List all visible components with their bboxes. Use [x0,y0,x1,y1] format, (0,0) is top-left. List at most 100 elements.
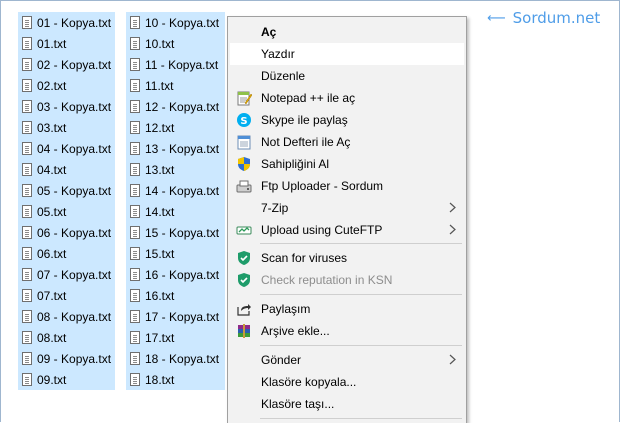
file-item[interactable]: 05 - Kopya.txt [18,180,115,201]
file-item[interactable]: 12 - Kopya.txt [126,96,225,117]
file-item[interactable]: 14 - Kopya.txt [126,180,225,201]
file-item[interactable]: 17.txt [126,327,225,348]
file-name: 08 - Kopya.txt [37,309,112,324]
text-file-icon [130,16,140,29]
file-item[interactable]: 03.txt [18,117,115,138]
file-name: 03.txt [37,120,67,135]
text-file-icon [22,100,32,113]
file-item[interactable]: 09.txt [18,369,115,390]
file-item[interactable]: 11 - Kopya.txt [126,54,225,75]
file-name: 17 - Kopya.txt [145,309,220,324]
menu-item-notepad[interactable]: Not Defteri ile Aç [230,131,464,153]
file-name: 01.txt [37,36,67,51]
file-item[interactable]: 06 - Kopya.txt [18,222,115,243]
file-item[interactable]: 02.txt [18,75,115,96]
text-file-icon [130,121,140,134]
menu-item-send-to[interactable]: Gönder [230,349,464,371]
file-item[interactable]: 03 - Kopya.txt [18,96,115,117]
file-item[interactable]: 15.txt [126,243,225,264]
menu-item-label: Arşive ekle... [261,324,330,338]
text-file-icon [22,373,32,386]
file-item[interactable]: 13 - Kopya.txt [126,138,225,159]
chevron-right-icon [449,202,456,213]
context-menu: Aç Yazdır Düzenle Notepad ++ ile aç S Sk… [227,16,467,423]
file-name: 11.txt [145,78,174,93]
kaspersky-shield-icon [238,273,250,287]
file-item[interactable]: 05.txt [18,201,115,222]
file-item[interactable]: 04.txt [18,159,115,180]
file-name: 14 - Kopya.txt [145,183,220,198]
menu-item-label: Sahipliğini Al [261,157,330,171]
text-file-icon [22,289,32,302]
text-file-icon [22,331,32,344]
file-item[interactable]: 11.txt [126,75,225,96]
file-item[interactable]: 02 - Kopya.txt [18,54,115,75]
file-name: 09 - Kopya.txt [37,351,112,366]
text-file-icon [22,37,32,50]
menu-item-ftp-uploader[interactable]: Ftp Uploader - Sordum [230,175,464,197]
menu-item-scan-viruses[interactable]: Scan for viruses [230,247,464,269]
text-file-icon [22,310,32,323]
file-item[interactable]: 06.txt [18,243,115,264]
skype-icon: S [237,113,251,127]
text-file-icon [22,184,32,197]
menu-item-skype-share[interactable]: S Skype ile paylaş [230,109,464,131]
chevron-right-icon [449,354,456,365]
file-name: 16.txt [145,288,175,303]
file-item[interactable]: 16 - Kopya.txt [126,264,225,285]
menu-item-cuteftp[interactable]: Upload using CuteFTP [230,219,464,241]
notepadpp-icon [237,91,252,106]
file-item[interactable]: 07 - Kopya.txt [18,264,115,285]
text-file-icon [22,16,32,29]
file-item[interactable]: 09 - Kopya.txt [18,348,115,369]
file-item[interactable]: 01 - Kopya.txt [18,12,115,33]
file-item[interactable]: 04 - Kopya.txt [18,138,115,159]
file-name: 10.txt [145,36,175,51]
menu-item-7zip[interactable]: 7-Zip [230,197,464,219]
text-file-icon [22,247,32,260]
text-file-icon [22,58,32,71]
menu-item-open[interactable]: Aç [230,21,464,43]
file-item[interactable]: 07.txt [18,285,115,306]
menu-item-label: Aç [261,25,277,39]
file-item[interactable]: 13.txt [126,159,225,180]
menu-item-edit[interactable]: Düzenle [230,65,464,87]
file-item[interactable]: 12.txt [126,117,225,138]
ftp-uploader-icon [236,180,252,193]
file-item[interactable]: 18 - Kopya.txt [126,348,225,369]
file-item[interactable]: 10 - Kopya.txt [126,12,225,33]
text-file-icon [130,205,140,218]
text-file-icon [130,184,140,197]
menu-item-label: Notepad ++ ile aç [261,91,356,105]
chevron-right-icon [449,224,456,235]
file-name: 15 - Kopya.txt [145,225,220,240]
file-item[interactable]: 01.txt [18,33,115,54]
menu-separator [260,418,462,419]
file-item[interactable]: 14.txt [126,201,225,222]
menu-item-take-ownership[interactable]: Sahipliğini Al [230,153,464,175]
file-item[interactable]: 10.txt [126,33,225,54]
menu-item-print[interactable]: Yazdır [230,43,464,65]
kaspersky-shield-icon [238,251,250,265]
file-name: 01 - Kopya.txt [37,15,112,30]
file-item[interactable]: 15 - Kopya.txt [126,222,225,243]
menu-item-add-archive[interactable]: Arşive ekle... [230,320,464,342]
file-item[interactable]: 18.txt [126,369,225,390]
file-name: 14.txt [145,204,175,219]
file-item[interactable]: 08.txt [18,327,115,348]
menu-item-share[interactable]: Paylaşım [230,298,464,320]
text-file-icon [22,226,32,239]
file-item[interactable]: 16.txt [126,285,225,306]
file-item[interactable]: 08 - Kopya.txt [18,306,115,327]
file-name: 06.txt [37,246,67,261]
file-name: 04.txt [37,162,67,177]
menu-item-notepadpp[interactable]: Notepad ++ ile aç [230,87,464,109]
share-icon [237,304,251,316]
menu-item-check-reputation: Check reputation in KSN [230,269,464,291]
file-item[interactable]: 17 - Kopya.txt [126,306,225,327]
menu-item-copy-to-folder[interactable]: Klasöre kopyala... [230,371,464,393]
menu-item-label: Upload using CuteFTP [261,223,383,237]
menu-item-move-to-folder[interactable]: Klasöre taşı... [230,393,464,415]
file-name: 05 - Kopya.txt [37,183,112,198]
menu-separator [260,243,462,244]
